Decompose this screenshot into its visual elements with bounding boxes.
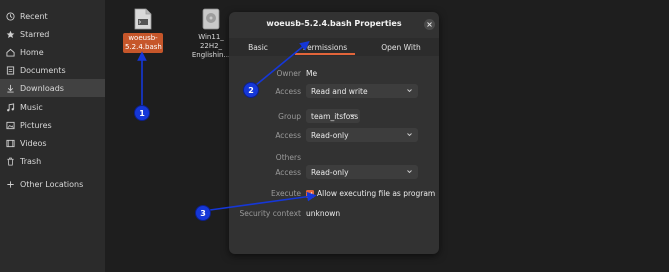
dialog-title: woeusb-5.2.4.bash Properties <box>266 19 402 28</box>
sidebar-item-label: Pictures <box>20 120 52 130</box>
execute-checkbox[interactable] <box>306 190 314 198</box>
sidebar-item-label: Documents <box>20 65 66 75</box>
sidebar-item-label: Home <box>20 47 44 57</box>
tab-label: Open With <box>381 42 421 52</box>
sidebar-item-music[interactable]: Music <box>0 98 105 116</box>
dropdown-value: Read and write <box>311 86 368 96</box>
clock-icon <box>5 11 15 21</box>
sidebar-item-label: Music <box>20 102 43 112</box>
close-button[interactable] <box>424 19 435 30</box>
plus-icon <box>5 179 15 189</box>
sidebar-item-documents[interactable]: Documents <box>0 61 105 79</box>
sidebar-item-pictures[interactable]: Pictures <box>0 116 105 134</box>
execute-checkbox-label[interactable]: Allow executing file as program <box>317 189 435 198</box>
dropdown-value: Read-only <box>311 167 349 177</box>
picture-icon <box>5 120 15 130</box>
sidebar-item-recent[interactable]: Recent <box>0 7 105 25</box>
security-context-label: Security context <box>239 209 301 218</box>
owner-value: Me <box>306 69 318 78</box>
tab-permissions[interactable]: Permissions <box>287 38 363 56</box>
owner-access-dropdown[interactable]: Read and write <box>306 84 418 98</box>
tab-open-with[interactable]: Open With <box>363 38 439 56</box>
tab-basic[interactable]: Basic <box>229 38 287 56</box>
file-label-line: 5.2.4.bash <box>125 43 162 51</box>
annotation-badge-1: 1 <box>134 105 150 121</box>
chevron-down-icon <box>407 133 412 137</box>
home-icon <box>5 47 15 57</box>
close-icon <box>427 22 432 27</box>
sidebar-item-starred[interactable]: Starred <box>0 25 105 43</box>
tab-bar: Basic Permissions Open With <box>229 38 439 56</box>
sidebar-item-label: Other Locations <box>20 179 84 189</box>
file-label-selected[interactable]: woeusb- 5.2.4.bash <box>123 33 163 53</box>
annotation-badge-2: 2 <box>243 82 259 98</box>
properties-dialog: woeusb-5.2.4.bash Properties Basic Permi… <box>229 12 439 254</box>
others-label: Others <box>275 153 301 162</box>
execute-label: Execute <box>271 189 301 198</box>
file-label-line: woeusb- <box>128 34 158 42</box>
sidebar-item-downloads[interactable]: Downloads <box>0 79 105 97</box>
tab-label: Basic <box>248 42 268 52</box>
others-access-label: Access <box>275 168 301 177</box>
annotation-badge-3: 3 <box>195 205 211 221</box>
star-icon <box>5 29 15 39</box>
dropdown-value: Read-only <box>311 130 349 140</box>
sidebar-item-label: Starred <box>20 29 50 39</box>
checkmark-icon <box>307 192 313 197</box>
video-icon <box>5 138 15 148</box>
group-access-dropdown[interactable]: Read-only <box>306 128 418 142</box>
group-access-label: Access <box>275 131 301 140</box>
owner-access-label: Access <box>275 87 301 96</box>
security-context-value: unknown <box>306 209 341 218</box>
document-icon <box>5 65 15 75</box>
chevron-down-icon <box>407 89 412 93</box>
owner-label: Owner <box>276 69 302 78</box>
sidebar-item-videos[interactable]: Videos <box>0 134 105 152</box>
sidebar-item-label: Trash <box>20 156 42 166</box>
sidebar-item-label: Videos <box>20 138 47 148</box>
group-dropdown[interactable]: team_itsfoss <box>306 109 360 123</box>
sidebar-item-home[interactable]: Home <box>0 43 105 61</box>
disc-image-icon[interactable] <box>202 8 220 30</box>
sidebar: Recent Starred Home Documents Downloads … <box>0 0 105 272</box>
download-icon <box>5 83 15 93</box>
chevron-down-icon <box>350 114 355 118</box>
group-label: Group <box>278 112 301 121</box>
sidebar-item-label: Downloads <box>20 83 64 93</box>
script-file-icon[interactable] <box>134 8 152 30</box>
sidebar-item-other-locations[interactable]: Other Locations <box>0 175 105 193</box>
music-icon <box>5 102 15 112</box>
others-access-dropdown[interactable]: Read-only <box>306 165 418 179</box>
sidebar-item-label: Recent <box>20 11 48 21</box>
tab-label: Permissions <box>302 42 348 52</box>
chevron-down-icon <box>407 170 412 174</box>
trash-icon <box>5 156 15 166</box>
sidebar-item-trash[interactable]: Trash <box>0 152 105 170</box>
